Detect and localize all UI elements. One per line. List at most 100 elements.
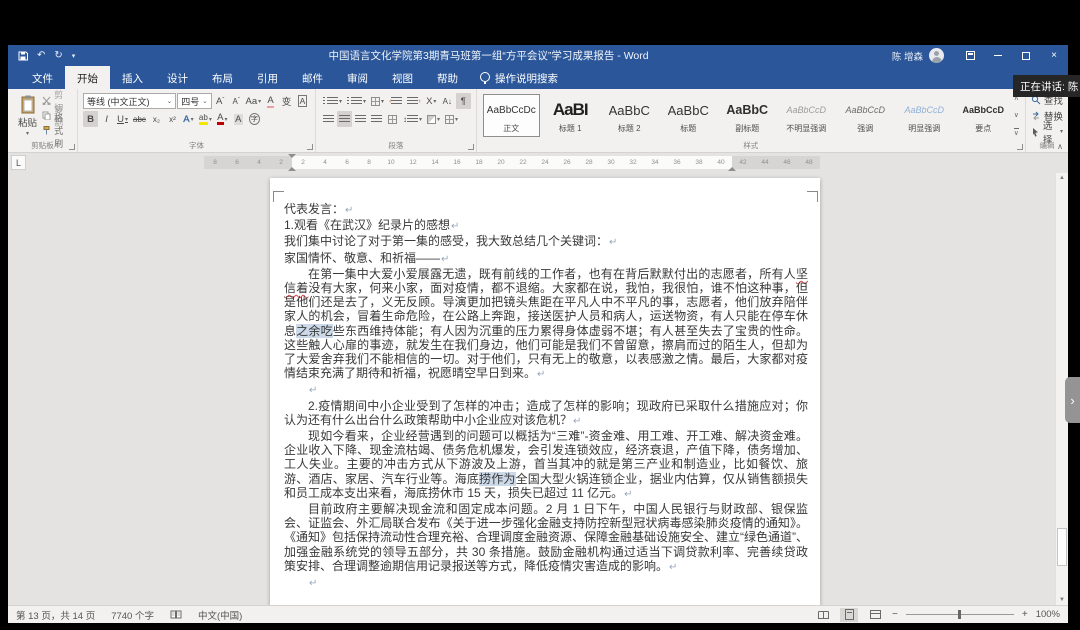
- align-center-button[interactable]: [337, 111, 352, 127]
- asian-layout-button[interactable]: X▾: [424, 93, 439, 109]
- zoom-slider[interactable]: [906, 614, 1014, 615]
- align-left-button[interactable]: [321, 111, 336, 127]
- indent-marker[interactable]: [728, 167, 736, 171]
- tab-文件[interactable]: 文件: [20, 66, 65, 89]
- customize-qat-icon[interactable]: ▾: [72, 52, 76, 60]
- word-count[interactable]: 7740 个字: [111, 608, 154, 622]
- style-标题 1[interactable]: AaBI标题 1: [542, 94, 599, 137]
- redo-icon[interactable]: ↻: [54, 50, 62, 61]
- paragraph[interactable]: ↵: [284, 382, 808, 398]
- close-icon[interactable]: ×: [1040, 45, 1068, 66]
- tab-审阅[interactable]: 审阅: [335, 66, 380, 89]
- zoom-slider-thumb[interactable]: [958, 610, 961, 619]
- style-副标题[interactable]: AaBbC副标题: [719, 94, 776, 137]
- undo-icon[interactable]: ↶: [37, 50, 45, 61]
- paragraph[interactable]: ↵: [284, 575, 808, 591]
- account-name[interactable]: 陈 增森: [892, 49, 923, 63]
- highlight-color-button[interactable]: ab▾: [197, 111, 214, 127]
- tab-视图[interactable]: 视图: [380, 66, 425, 89]
- gallery-more-icon[interactable]: ∨: [1014, 128, 1019, 137]
- select-button[interactable]: 选择 ▾: [1031, 124, 1063, 139]
- tab-插入[interactable]: 插入: [110, 66, 155, 89]
- align-right-button[interactable]: [353, 111, 368, 127]
- bold-button[interactable]: B: [83, 111, 98, 127]
- proofing-status-icon[interactable]: [170, 610, 182, 619]
- grow-font-button[interactable]: Aˆ: [213, 93, 228, 109]
- increase-indent-button[interactable]: ›: [405, 93, 422, 109]
- subscript-button[interactable]: x₂: [149, 111, 164, 127]
- tab-引用[interactable]: 引用: [245, 66, 290, 89]
- phonetic-guide-button[interactable]: 变: [279, 93, 294, 109]
- tab-邮件[interactable]: 邮件: [290, 66, 335, 89]
- collapse-ribbon-icon[interactable]: ∧: [1057, 142, 1063, 151]
- indent-marker[interactable]: [288, 167, 296, 171]
- save-icon[interactable]: [18, 51, 28, 61]
- character-shading-button[interactable]: A: [231, 111, 246, 127]
- underline-button[interactable]: U▾: [115, 111, 130, 127]
- decrease-indent-button[interactable]: ‹: [387, 93, 404, 109]
- line-spacing-button[interactable]: ↕▾: [401, 111, 424, 127]
- paragraph[interactable]: 代表发言：↵: [284, 202, 808, 218]
- italic-button[interactable]: I: [99, 111, 114, 127]
- web-layout-button[interactable]: [866, 608, 884, 622]
- styles-dialog-launcher-icon[interactable]: [1017, 144, 1023, 150]
- paragraph[interactable]: 2.疫情期间中小企业受到了怎样的冲击；造成了怎样的影响；现政府已采取什么措施应对…: [284, 399, 808, 429]
- paragraph[interactable]: 我们集中讨论了对于第一集的感受，我大致总结几个关键词：↵: [284, 234, 808, 250]
- style-标题[interactable]: AaBbC标题: [660, 94, 717, 137]
- tab-设计[interactable]: 设计: [155, 66, 200, 89]
- clipboard-dialog-launcher-icon[interactable]: [69, 144, 75, 150]
- panel-expand-button[interactable]: ›: [1065, 377, 1080, 423]
- style-明显强调[interactable]: AaBbCcD明显强调: [896, 94, 953, 137]
- font-size-select[interactable]: 四号 ⌄: [177, 93, 211, 109]
- font-dialog-launcher-icon[interactable]: [307, 144, 313, 150]
- gallery-down-icon[interactable]: ∨: [1014, 111, 1019, 119]
- text-effects-button[interactable]: A▾: [181, 111, 196, 127]
- tab-开始[interactable]: 开始: [65, 66, 110, 89]
- style-要点[interactable]: AaBbCcD要点: [955, 94, 1012, 137]
- style-标题 2[interactable]: AaBbC标题 2: [601, 94, 658, 137]
- horizontal-ruler[interactable]: 8642246810121416182022242628303234363840…: [204, 156, 820, 169]
- print-layout-button[interactable]: [840, 608, 858, 622]
- enclose-characters-button[interactable]: 字: [247, 111, 262, 127]
- style-强调[interactable]: AaBbCcD强调: [837, 94, 894, 137]
- clear-formatting-button[interactable]: A: [263, 93, 278, 109]
- zoom-in-button[interactable]: +: [1022, 609, 1028, 620]
- read-mode-button[interactable]: [814, 608, 832, 622]
- paragraph[interactable]: 1.观看《在武汉》纪录片的感想↵: [284, 218, 808, 234]
- character-border-button[interactable]: A: [295, 93, 310, 109]
- avatar[interactable]: [929, 48, 944, 63]
- sort-button[interactable]: A↓: [440, 93, 455, 109]
- tell-me-search[interactable]: 操作说明搜索: [470, 66, 568, 89]
- minimize-icon[interactable]: [984, 45, 1012, 66]
- zoom-out-button[interactable]: −: [892, 609, 898, 620]
- strikethrough-button[interactable]: abc: [131, 111, 148, 127]
- document-page[interactable]: 代表发言：↵1.观看《在武汉》纪录片的感想↵我们集中讨论了对于第一集的感受，我大…: [270, 178, 820, 605]
- bullet-list-button[interactable]: ▾: [321, 93, 344, 109]
- change-case-button[interactable]: Aa▾: [245, 93, 262, 109]
- paragraph[interactable]: 在第一集中大爱小爱展露无遗，既有前线的工作者，也有在背后默默付出的志愿者，所有人…: [284, 267, 808, 383]
- shrink-font-button[interactable]: Aˇ: [229, 93, 244, 109]
- paragraph-dialog-launcher-icon[interactable]: [468, 144, 474, 150]
- ribbon-display-options-icon[interactable]: [956, 45, 984, 66]
- page-indicator[interactable]: 第 13 页，共 14 页: [16, 608, 95, 622]
- tab-stop-selector[interactable]: L: [11, 155, 26, 170]
- font-name-select[interactable]: 等线 (中文正文) ⌄: [83, 93, 176, 109]
- justify-button[interactable]: [369, 111, 384, 127]
- distribute-button[interactable]: [385, 111, 400, 127]
- language-indicator[interactable]: 中文(中国): [198, 608, 242, 622]
- tab-布局[interactable]: 布局: [200, 66, 245, 89]
- scroll-down-icon[interactable]: ▼: [1056, 597, 1068, 603]
- paste-button[interactable]: 粘贴 ▾: [13, 92, 42, 139]
- borders-button[interactable]: ▾: [443, 111, 460, 127]
- font-color-button[interactable]: A▾: [215, 111, 230, 127]
- zoom-level[interactable]: 100%: [1036, 609, 1060, 620]
- tab-帮助[interactable]: 帮助: [425, 66, 470, 89]
- paste-dropdown-icon[interactable]: ▾: [26, 130, 29, 137]
- shading-button[interactable]: ▾: [425, 111, 442, 127]
- show-hide-marks-button[interactable]: ¶: [456, 93, 471, 109]
- style-不明显强调[interactable]: AaBbCcD不明显强调: [778, 94, 835, 137]
- numbered-list-button[interactable]: ▾: [345, 93, 368, 109]
- paragraph[interactable]: 目前政府主要解决现金流和固定成本问题。2 月 1 日下午，中国人民银行与财政部、…: [284, 502, 808, 575]
- superscript-button[interactable]: x²: [165, 111, 180, 127]
- scrollbar-thumb[interactable]: [1057, 528, 1067, 566]
